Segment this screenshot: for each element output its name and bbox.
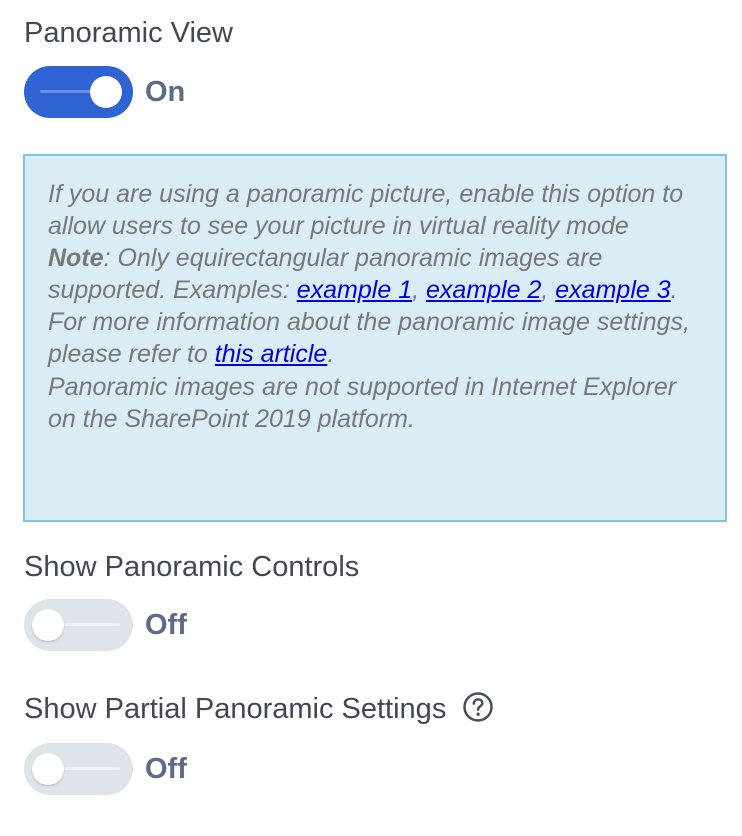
separator: ,: [412, 276, 427, 305]
separator: ,: [541, 276, 556, 305]
panoramic-view-toggle-row: On: [24, 66, 185, 118]
panoramic-view-state: On: [145, 76, 186, 108]
example-3-link[interactable]: example 3: [555, 276, 670, 304]
toggle-track-line: [62, 767, 120, 770]
panoramic-view-label: Panoramic View: [24, 17, 234, 49]
panoramic-controls-toggle[interactable]: [24, 599, 133, 651]
toggle-track-line: [62, 623, 120, 626]
partial-settings-toggle-row: Off: [24, 743, 187, 795]
note-label: Note: [48, 244, 104, 273]
more-text: For more information about the panoramic…: [48, 308, 690, 369]
example-1-link[interactable]: example 1: [297, 276, 412, 304]
partial-settings-state: Off: [145, 753, 187, 785]
partial-settings-label: Show Partial Panoramic Settings: [24, 693, 447, 725]
panoramic-controls-state: Off: [145, 609, 187, 641]
period: .: [327, 340, 335, 369]
partial-settings-label-row: Show Partial Panoramic Settings: [24, 691, 494, 727]
toggle-knob: [90, 76, 122, 108]
example-2-link[interactable]: example 2: [426, 276, 541, 304]
question-circle-icon[interactable]: [462, 691, 494, 723]
partial-settings-toggle[interactable]: [24, 743, 133, 795]
info-description: If you are using a panoramic picture, en…: [48, 180, 684, 241]
panoramic-view-toggle[interactable]: [24, 66, 133, 118]
period: .: [670, 276, 678, 305]
panoramic-info-box: If you are using a panoramic picture, en…: [23, 154, 727, 522]
article-link[interactable]: this article: [215, 340, 328, 368]
info-ie-note: Panoramic images are not supported in In…: [48, 372, 677, 433]
info-more: For more information about the panoramic…: [48, 306, 703, 370]
panoramic-controls-toggle-row: Off: [24, 599, 187, 651]
panoramic-controls-label: Show Panoramic Controls: [24, 551, 360, 583]
toggle-knob: [32, 753, 64, 785]
toggle-knob: [32, 609, 64, 641]
info-note: Note: Only equirectangular panoramic ima…: [48, 242, 703, 306]
